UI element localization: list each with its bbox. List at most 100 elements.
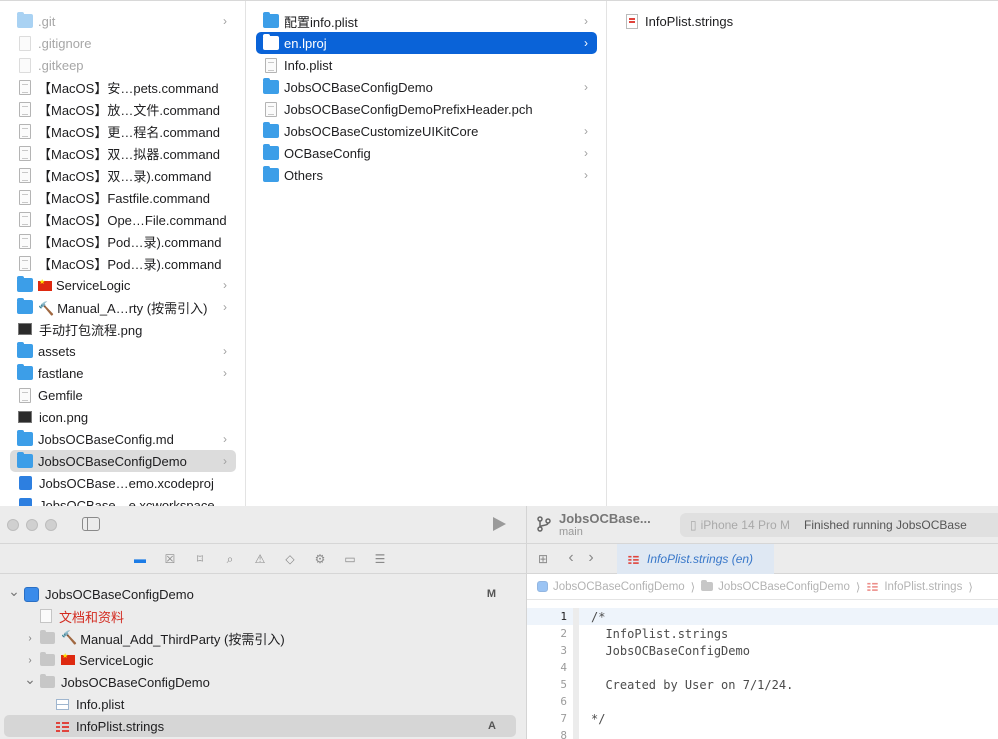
chevron-right-icon[interactable]: › — [218, 300, 232, 314]
finder-item[interactable]: Info.plist — [256, 54, 597, 76]
navigator-item[interactable]: InfoPlist.strings A — [4, 715, 516, 737]
finder-item[interactable]: JobsOCBaseConfigDemoPrefixHeader.pch — [256, 98, 597, 120]
minimize-window-button[interactable] — [26, 519, 38, 531]
code-line[interactable]: 7 */ — [527, 710, 998, 727]
finder-item[interactable]: Gemfile — [10, 384, 236, 406]
code-line[interactable]: 1 /* — [527, 608, 998, 625]
chevron-right-icon[interactable]: › — [579, 146, 593, 160]
debug-navigator-icon[interactable]: ⚙ — [313, 552, 327, 566]
chevron-down-icon[interactable]: ⌄ — [24, 671, 36, 688]
finder-item[interactable]: JobsOCBaseConfigDemo › — [10, 450, 236, 472]
navigator-item[interactable]: Info.plist — [4, 693, 516, 715]
run-button[interactable] — [493, 517, 506, 531]
finder-item[interactable]: 【MacOS】安…pets.command — [10, 76, 236, 98]
chevron-right-icon[interactable]: › — [218, 432, 232, 446]
chevron-down-icon[interactable]: ⌄ — [8, 583, 20, 600]
finder-item[interactable]: ServiceLogic › — [10, 274, 236, 296]
zoom-window-button[interactable] — [45, 519, 57, 531]
finder-item[interactable]: .gitignore — [10, 32, 236, 54]
code-line[interactable]: 2 InfoPlist.strings — [527, 625, 998, 642]
finder-item[interactable]: .gitkeep — [10, 54, 236, 76]
run-destination[interactable]: iPhone 14 Pro M — [701, 518, 790, 532]
finder-item-name: fastlane — [38, 365, 84, 381]
finder-item[interactable]: OCBaseConfig › — [256, 142, 597, 164]
document-icon — [40, 609, 52, 623]
window-titlebar — [0, 506, 527, 544]
project-navigator-icon[interactable]: ▬ — [133, 552, 147, 566]
finder-column-1[interactable]: .git › .gitignore .gitkeep 【MacOS】安…pets.com… — [0, 1, 246, 506]
finder-column-2[interactable]: 配置info.plist › en.lproj › Info.plist JobsOCBa… — [246, 1, 607, 506]
finder-item-label: JobsOCBaseConfigDemoPrefixHeader.pch — [284, 102, 597, 117]
chevron-right-icon[interactable]: › — [579, 36, 593, 50]
chevron-right-icon[interactable]: › — [579, 80, 593, 94]
breakpoint-navigator-icon[interactable]: ▭ — [343, 552, 357, 566]
finder-item[interactable]: InfoPlist.strings — [617, 10, 733, 32]
navigator-item[interactable]: › 🔨 Manual_Add_ThirdParty (按需引入) — [4, 627, 516, 649]
chevron-right-icon[interactable]: › — [24, 633, 36, 644]
source-control-navigator-icon[interactable]: ☒ — [163, 552, 177, 566]
finder-item[interactable]: Others › — [256, 164, 597, 186]
gutter — [573, 659, 579, 676]
finder-item[interactable]: en.lproj › — [256, 32, 597, 54]
back-arrow-icon[interactable]: ‹ — [564, 550, 578, 566]
jump-bar-item[interactable]: JobsOCBaseConfigDemo — [718, 581, 850, 593]
related-items-icon[interactable]: ⊞ — [536, 552, 550, 566]
finder-item[interactable]: JobsOCBaseConfig.md › — [10, 428, 236, 450]
finder-item[interactable]: 【MacOS】双…录).command — [10, 164, 236, 186]
chevron-right-icon[interactable]: › — [218, 366, 232, 380]
navigator-item[interactable]: › ServiceLogic — [4, 649, 516, 671]
source-editor[interactable]: 1/* 2 InfoPlist.strings 3 JobsOCBaseConfig… — [527, 600, 998, 739]
chevron-right-icon[interactable]: › — [24, 655, 36, 666]
finder-item[interactable]: 【MacOS】更…程名.command — [10, 120, 236, 142]
chevron-right-icon[interactable]: › — [218, 14, 232, 28]
navigator-item[interactable]: 文档和资料 — [4, 605, 516, 627]
finder-item[interactable]: 【MacOS】Ope…File.command — [10, 208, 236, 230]
scheme-selector[interactable]: JobsOCBase... main — [559, 511, 651, 538]
chevron-right-icon[interactable]: › — [579, 124, 593, 138]
finder-item[interactable]: icon.png — [10, 406, 236, 428]
finder-item[interactable]: fastlane › — [10, 362, 236, 384]
code-line[interactable]: 8 — [527, 727, 998, 739]
chevron-right-icon[interactable]: › — [579, 168, 593, 182]
finder-item[interactable]: 手动打包流程.png — [10, 318, 236, 340]
code-line[interactable]: 4 — [527, 659, 998, 676]
report-navigator-icon[interactable]: ☰ — [373, 552, 387, 566]
finder-item[interactable]: JobsOCBase…e.xcworkspace — [10, 494, 236, 506]
finder-item[interactable]: 【MacOS】Pod…录).command — [10, 230, 236, 252]
jump-bar-item[interactable]: JobsOCBaseConfigDemo — [553, 581, 685, 593]
navigator-item[interactable]: ⌄ JobsOCBaseConfigDemo — [4, 671, 516, 693]
sidebar-toggle-icon[interactable] — [82, 517, 100, 531]
tab-infoplist-strings[interactable]: InfoPlist.strings (en) — [617, 544, 774, 574]
finder-item[interactable]: 【MacOS】Fastfile.command — [10, 186, 236, 208]
code-line[interactable]: 6 — [527, 693, 998, 710]
navigator-item[interactable]: ⌄ JobsOCBaseConfigDemo M — [4, 583, 516, 605]
close-window-button[interactable] — [7, 519, 19, 531]
finder-item[interactable]: 【MacOS】双…拟器.command — [10, 142, 236, 164]
chevron-right-icon[interactable]: › — [218, 278, 232, 292]
chevron-right-icon[interactable]: › — [579, 14, 593, 28]
code-line[interactable]: 3 JobsOCBaseConfigDemo — [527, 642, 998, 659]
finder-column-3[interactable]: InfoPlist.strings — [607, 1, 998, 506]
bookmark-navigator-icon[interactable]: ⌑ — [193, 552, 207, 566]
finder-item[interactable]: 【MacOS】Pod…录).command — [10, 252, 236, 274]
run-destination-icon[interactable]: ▯ — [690, 518, 697, 532]
code-line[interactable]: 5 Created by User on 7/1/24. — [527, 676, 998, 693]
finder-item[interactable]: 【MacOS】放…文件.command — [10, 98, 236, 120]
finder-item[interactable]: JobsOCBaseCustomizeUIKitCore › — [256, 120, 597, 142]
chevron-right-icon[interactable]: › — [218, 454, 232, 468]
issue-navigator-icon[interactable]: ⚠ — [253, 552, 267, 566]
finder-item[interactable]: JobsOCBaseConfigDemo › — [256, 76, 597, 98]
find-navigator-icon[interactable]: ⌕ — [223, 552, 237, 566]
jump-bar-item[interactable]: InfoPlist.strings — [884, 581, 962, 593]
forward-arrow-icon[interactable]: › — [584, 550, 598, 566]
finder-item[interactable]: assets › — [10, 340, 236, 362]
finder-item-label: 配置info.plist — [284, 12, 579, 31]
finder-item-label: en.lproj — [284, 36, 579, 51]
finder-item[interactable]: JobsOCBase…emo.xcodeproj — [10, 472, 236, 494]
chevron-right-icon[interactable]: › — [218, 344, 232, 358]
finder-item[interactable]: 配置info.plist › — [256, 10, 597, 32]
finder-item[interactable]: 🔨 Manual_A…rty (按需引入) › — [10, 296, 236, 318]
test-navigator-icon[interactable]: ◇ — [283, 552, 297, 566]
finder-item[interactable]: .git › — [10, 10, 236, 32]
finder-item-name: JobsOCBase…emo.xcodeproj — [39, 475, 214, 491]
